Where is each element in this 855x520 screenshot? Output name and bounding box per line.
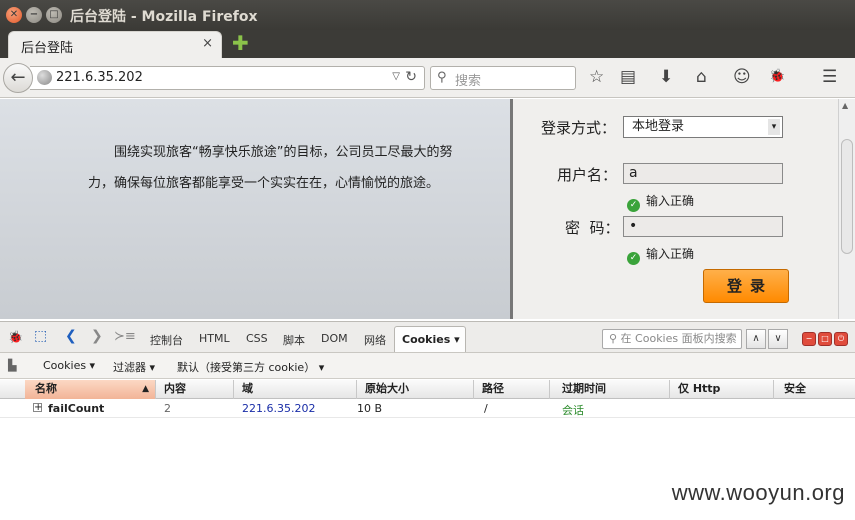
- login-button[interactable]: 登录: [703, 269, 789, 303]
- column-name-label: 名称: [35, 382, 57, 395]
- login-method-select[interactable]: 本地登录 ▾: [623, 116, 783, 138]
- search-prev-button[interactable]: ∧: [746, 329, 766, 349]
- url-bar[interactable]: 221.6.35.202 ▽ ↻: [30, 66, 425, 90]
- cookie-expires: 会话: [562, 404, 584, 417]
- cookies-menu[interactable]: Cookies ▾: [43, 359, 95, 372]
- column-http-only[interactable]: 仅 Http: [670, 380, 774, 399]
- page-viewport: 围绕实现旅客“畅享快乐旅途”的目标，公司员工尽最大的努力，确保每位旅客都能享受一…: [0, 99, 838, 319]
- vertical-scrollbar[interactable]: ▲: [838, 99, 855, 319]
- password-label: 密 码：: [565, 219, 620, 237]
- firebug-icon[interactable]: 🐞: [769, 68, 785, 86]
- cookies-toolbar: ▙ Cookies ▾ 过滤器 ▾ 默认（接受第三方 cookie） ▾: [0, 353, 855, 379]
- window-minimize-button[interactable]: −: [26, 7, 42, 23]
- tab-console[interactable]: 控制台: [150, 332, 183, 348]
- username-label: 用户名：: [557, 166, 618, 184]
- cookie-name: failCount: [48, 402, 105, 415]
- password-status: ✓ 输入正确: [627, 245, 694, 265]
- url-history-dropdown-icon[interactable]: ▽: [392, 71, 400, 82]
- check-icon: ✓: [627, 252, 640, 265]
- tab-html[interactable]: HTML: [199, 332, 230, 345]
- tab-dom[interactable]: DOM: [321, 332, 348, 345]
- firebug-toolbar: 🐞 ⬚ ❮ ❯ ≻≡ 控制台 HTML CSS 脚本 DOM 网络 Cookie…: [0, 321, 855, 353]
- scrollbar-thumb[interactable]: [841, 139, 853, 254]
- cookie-path: /: [484, 402, 488, 415]
- command-line-icon[interactable]: ≻≡: [114, 329, 136, 344]
- column-name[interactable]: 名称 ▲: [25, 380, 156, 399]
- password-status-text: 输入正确: [646, 247, 695, 261]
- column-expires[interactable]: 过期时间: [550, 380, 670, 399]
- tab-strip: 后台登陆 × ✚: [0, 30, 855, 58]
- chevron-down-icon[interactable]: ▾: [768, 119, 780, 135]
- reload-icon[interactable]: ↻: [405, 69, 417, 85]
- column-raw-size[interactable]: 原始大小: [357, 380, 474, 399]
- hello-icon[interactable]: ☺: [733, 68, 751, 86]
- url-text[interactable]: 221.6.35.202: [56, 70, 143, 85]
- column-secure[interactable]: 安全: [774, 380, 855, 399]
- window-title: 后台登陆 - Mozilla Firefox: [70, 9, 258, 25]
- password-field[interactable]: •: [623, 216, 783, 237]
- cookie-raw-size: 10 B: [357, 402, 383, 415]
- tab-label: 后台登陆: [21, 41, 74, 56]
- search-icon: ⚲: [437, 70, 447, 85]
- firebug-detach-button[interactable]: □: [818, 332, 832, 346]
- back-arrow-icon[interactable]: ❮: [65, 328, 77, 344]
- scroll-up-icon[interactable]: ▲: [842, 101, 848, 110]
- cookie-break-icon[interactable]: ▙: [8, 359, 16, 372]
- firebug-minimize-button[interactable]: −: [802, 332, 816, 346]
- search-placeholder: 搜索: [455, 74, 482, 89]
- check-icon: ✓: [627, 199, 640, 212]
- intro-panel: 围绕实现旅客“畅享快乐旅途”的目标，公司员工尽最大的努力，确保每位旅客都能享受一…: [0, 99, 510, 319]
- home-icon[interactable]: ⌂: [696, 68, 707, 86]
- login-method-label: 登录方式：: [541, 119, 617, 137]
- filter-menu[interactable]: 过滤器 ▾: [113, 359, 155, 375]
- watermark: www.wooyun.org: [671, 480, 845, 505]
- tab-close-icon[interactable]: ×: [202, 36, 213, 51]
- firebug-close-button[interactable]: ⏻: [834, 332, 848, 346]
- site-identity-globe-icon[interactable]: [37, 70, 52, 85]
- window-maximize-button[interactable]: □: [46, 7, 62, 23]
- tab-script[interactable]: 脚本: [283, 332, 305, 348]
- default-policy-menu[interactable]: 默认（接受第三方 cookie） ▾: [177, 359, 324, 375]
- search-input[interactable]: ⚲ 搜索: [430, 66, 576, 90]
- tab-network[interactable]: 网络: [364, 332, 386, 348]
- search-next-button[interactable]: ∨: [768, 329, 788, 349]
- forward-arrow-icon[interactable]: ❯: [91, 328, 103, 344]
- tab-css[interactable]: CSS: [246, 332, 268, 345]
- browser-tab[interactable]: 后台登陆 ×: [8, 31, 222, 58]
- new-tab-plus-icon[interactable]: ✚: [232, 33, 249, 53]
- expand-plus-icon[interactable]: +: [33, 403, 42, 413]
- intro-text: 围绕实现旅客“畅享快乐旅途”的目标，公司员工尽最大的努力，确保每位旅客都能享受一…: [88, 145, 453, 191]
- navigation-toolbar: 221.6.35.202 ▽ ↻ ← ⚲ 搜索 ☆ ▤ ⬇ ⌂ ☺ 🐞 ☰: [0, 58, 855, 98]
- sort-asc-icon: ▲: [142, 384, 149, 394]
- column-domain[interactable]: 域: [234, 380, 357, 399]
- column-content[interactable]: 内容: [156, 380, 234, 399]
- bookmark-star-icon[interactable]: ☆: [589, 68, 604, 86]
- column-path[interactable]: 路径: [474, 380, 550, 399]
- table-row[interactable]: + failCount 2 221.6.35.202 10 B / 会话: [0, 400, 855, 418]
- username-status: ✓ 输入正确: [627, 192, 694, 212]
- username-status-text: 输入正确: [646, 194, 695, 208]
- login-form: 登录方式： 本地登录 ▾ 用户名： a ✓ 输入正确 密 码： • ✓ 输入正确 登…: [510, 99, 838, 319]
- cookie-domain: 221.6.35.202: [242, 402, 316, 415]
- menu-icon[interactable]: ☰: [822, 68, 837, 86]
- cookies-search-input[interactable]: ⚲ 在 Cookies 面板内搜索: [602, 329, 742, 349]
- window-titlebar: ✕ − □ 后台登陆 - Mozilla Firefox: [0, 0, 855, 30]
- window-close-button[interactable]: ✕: [6, 7, 22, 23]
- login-method-value: 本地登录: [632, 119, 685, 134]
- cookies-table-header: 名称 ▲ 内容 域 原始大小 路径 过期时间 仅 Http 安全: [0, 380, 855, 399]
- reading-list-icon[interactable]: ▤: [620, 68, 636, 86]
- download-icon[interactable]: ⬇: [659, 68, 673, 86]
- inspect-element-icon[interactable]: ⬚: [34, 328, 47, 344]
- tab-cookies[interactable]: Cookies ▾: [394, 326, 466, 352]
- firebug-bug-icon[interactable]: 🐞: [8, 330, 23, 344]
- username-field[interactable]: a: [623, 163, 783, 184]
- back-button[interactable]: ←: [3, 63, 33, 93]
- cookie-content: 2: [164, 402, 171, 415]
